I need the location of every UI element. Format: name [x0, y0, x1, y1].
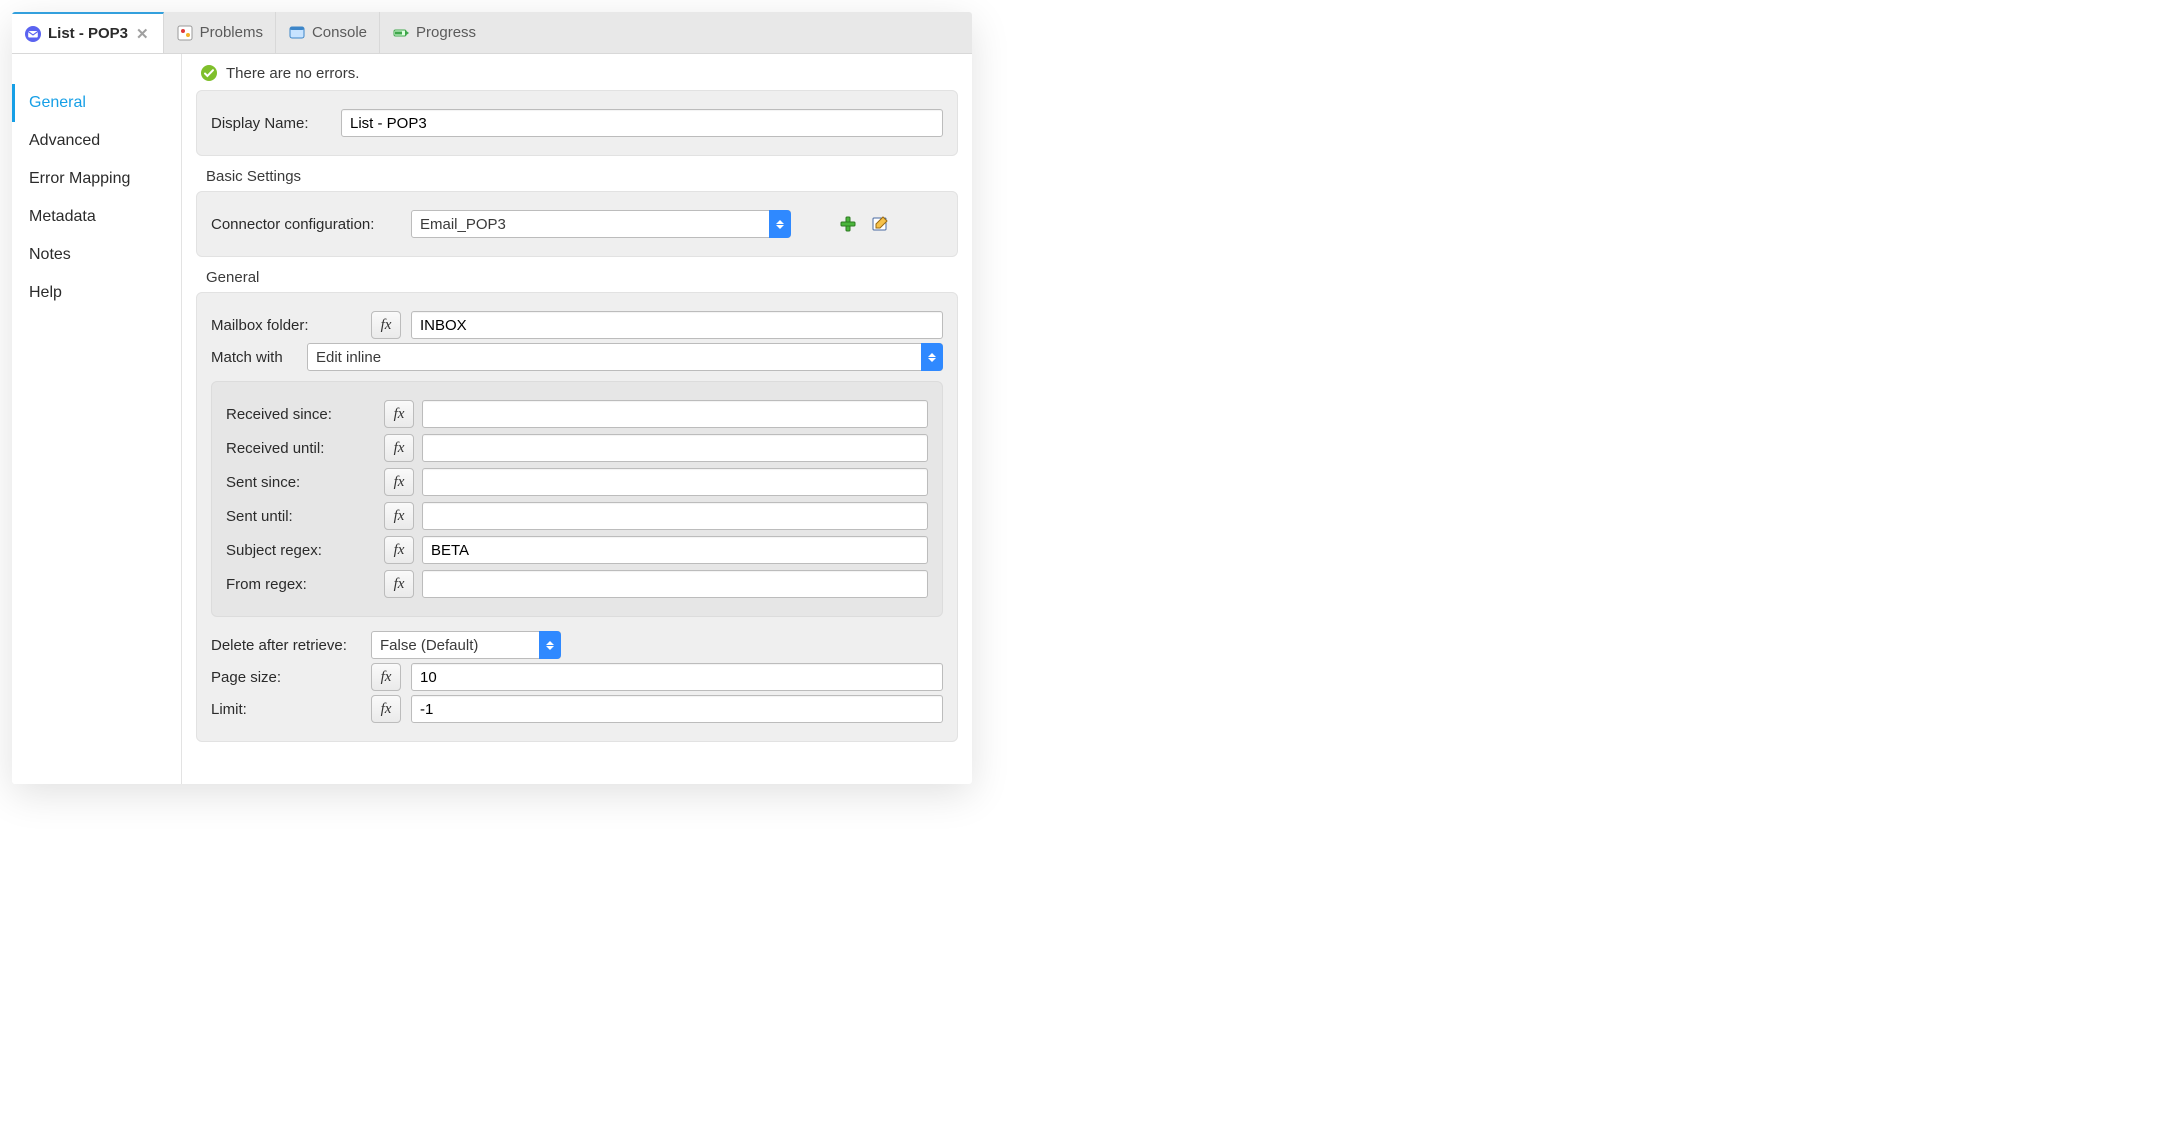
sidebar-item-notes[interactable]: Notes — [12, 236, 181, 274]
from-regex-label: From regex: — [226, 576, 376, 593]
fx-button[interactable]: fx — [371, 695, 401, 723]
display-name-label: Display Name: — [211, 115, 331, 132]
general-title: General — [206, 269, 958, 286]
chevron-updown-icon — [769, 210, 791, 238]
tab-progress[interactable]: Progress — [380, 12, 488, 53]
sidebar-item-metadata[interactable]: Metadata — [12, 198, 181, 236]
sidebar-item-general[interactable]: General — [12, 84, 181, 122]
main-panel: There are no errors. Display Name: Basic… — [182, 54, 972, 784]
connector-config-label: Connector configuration: — [211, 216, 401, 233]
general-panel: Mailbox folder: fx Match with Edit inlin… — [196, 292, 958, 742]
console-icon — [288, 24, 306, 42]
limit-input[interactable] — [411, 695, 943, 723]
from-regex-input[interactable] — [422, 570, 928, 598]
match-criteria-panel: Received since: fx Received until: fx Se… — [211, 381, 943, 617]
tab-progress-label: Progress — [416, 24, 476, 41]
sidebar-item-help[interactable]: Help — [12, 274, 181, 312]
display-name-panel: Display Name: — [196, 90, 958, 156]
mailbox-folder-input[interactable] — [411, 311, 943, 339]
tab-console-label: Console — [312, 24, 367, 41]
tab-problems[interactable]: Problems — [164, 12, 276, 53]
tab-active-label: List - POP3 — [48, 25, 128, 42]
tab-active[interactable]: List - POP3 ✕ — [12, 12, 164, 53]
received-since-label: Received since: — [226, 406, 376, 423]
subject-regex-label: Subject regex: — [226, 542, 376, 559]
chevron-updown-icon — [539, 631, 561, 659]
limit-label: Limit: — [211, 701, 361, 718]
received-until-input[interactable] — [422, 434, 928, 462]
sidebar-item-label: Help — [29, 284, 62, 301]
fx-button[interactable]: fx — [384, 434, 414, 462]
close-icon[interactable]: ✕ — [134, 25, 151, 43]
progress-icon — [392, 24, 410, 42]
received-until-label: Received until: — [226, 440, 376, 457]
check-icon — [200, 64, 218, 82]
status-row: There are no errors. — [196, 64, 958, 90]
mail-icon — [24, 25, 42, 43]
sidebar-item-label: Metadata — [29, 208, 96, 225]
chevron-updown-icon — [921, 343, 943, 371]
match-with-value: Edit inline — [316, 349, 381, 366]
sidebar-item-label: Advanced — [29, 132, 100, 149]
connector-config-value: Email_POP3 — [420, 216, 506, 233]
add-config-button[interactable] — [837, 213, 859, 235]
sidebar-item-label: Notes — [29, 246, 71, 263]
fx-button[interactable]: fx — [384, 468, 414, 496]
fx-button[interactable]: fx — [384, 400, 414, 428]
status-message: There are no errors. — [226, 65, 359, 82]
delete-after-retrieve-label: Delete after retrieve: — [211, 637, 361, 654]
problems-icon — [176, 24, 194, 42]
page-size-label: Page size: — [211, 669, 361, 686]
delete-after-retrieve-value: False (Default) — [380, 637, 478, 654]
sidebar-item-label: Error Mapping — [29, 170, 130, 187]
fx-button[interactable]: fx — [384, 502, 414, 530]
sent-since-input[interactable] — [422, 468, 928, 496]
display-name-input[interactable] — [341, 109, 943, 137]
delete-after-retrieve-select[interactable]: False (Default) — [371, 631, 561, 659]
sidebar-item-error-mapping[interactable]: Error Mapping — [12, 160, 181, 198]
app-window: List - POP3 ✕ Problems Console Progress … — [12, 12, 972, 784]
sent-since-label: Sent since: — [226, 474, 376, 491]
sent-until-label: Sent until: — [226, 508, 376, 525]
received-since-input[interactable] — [422, 400, 928, 428]
mailbox-folder-label: Mailbox folder: — [211, 317, 361, 334]
page-size-input[interactable] — [411, 663, 943, 691]
fx-button[interactable]: fx — [384, 536, 414, 564]
fx-button[interactable]: fx — [371, 663, 401, 691]
basic-settings-title: Basic Settings — [206, 168, 958, 185]
sidebar-item-label: General — [29, 94, 86, 111]
fx-button[interactable]: fx — [384, 570, 414, 598]
sidebar-item-advanced[interactable]: Advanced — [12, 122, 181, 160]
body: General Advanced Error Mapping Metadata … — [12, 54, 972, 784]
edit-config-button[interactable] — [869, 213, 891, 235]
subject-regex-input[interactable] — [422, 536, 928, 564]
tab-console[interactable]: Console — [276, 12, 380, 53]
sidebar: General Advanced Error Mapping Metadata … — [12, 54, 182, 784]
sent-until-input[interactable] — [422, 502, 928, 530]
connector-config-select[interactable]: Email_POP3 — [411, 210, 791, 238]
tab-bar: List - POP3 ✕ Problems Console Progress — [12, 12, 972, 54]
match-with-label: Match with — [211, 349, 297, 366]
match-with-select[interactable]: Edit inline — [307, 343, 943, 371]
tab-problems-label: Problems — [200, 24, 263, 41]
basic-settings-panel: Connector configuration: Email_POP3 — [196, 191, 958, 257]
fx-button[interactable]: fx — [371, 311, 401, 339]
